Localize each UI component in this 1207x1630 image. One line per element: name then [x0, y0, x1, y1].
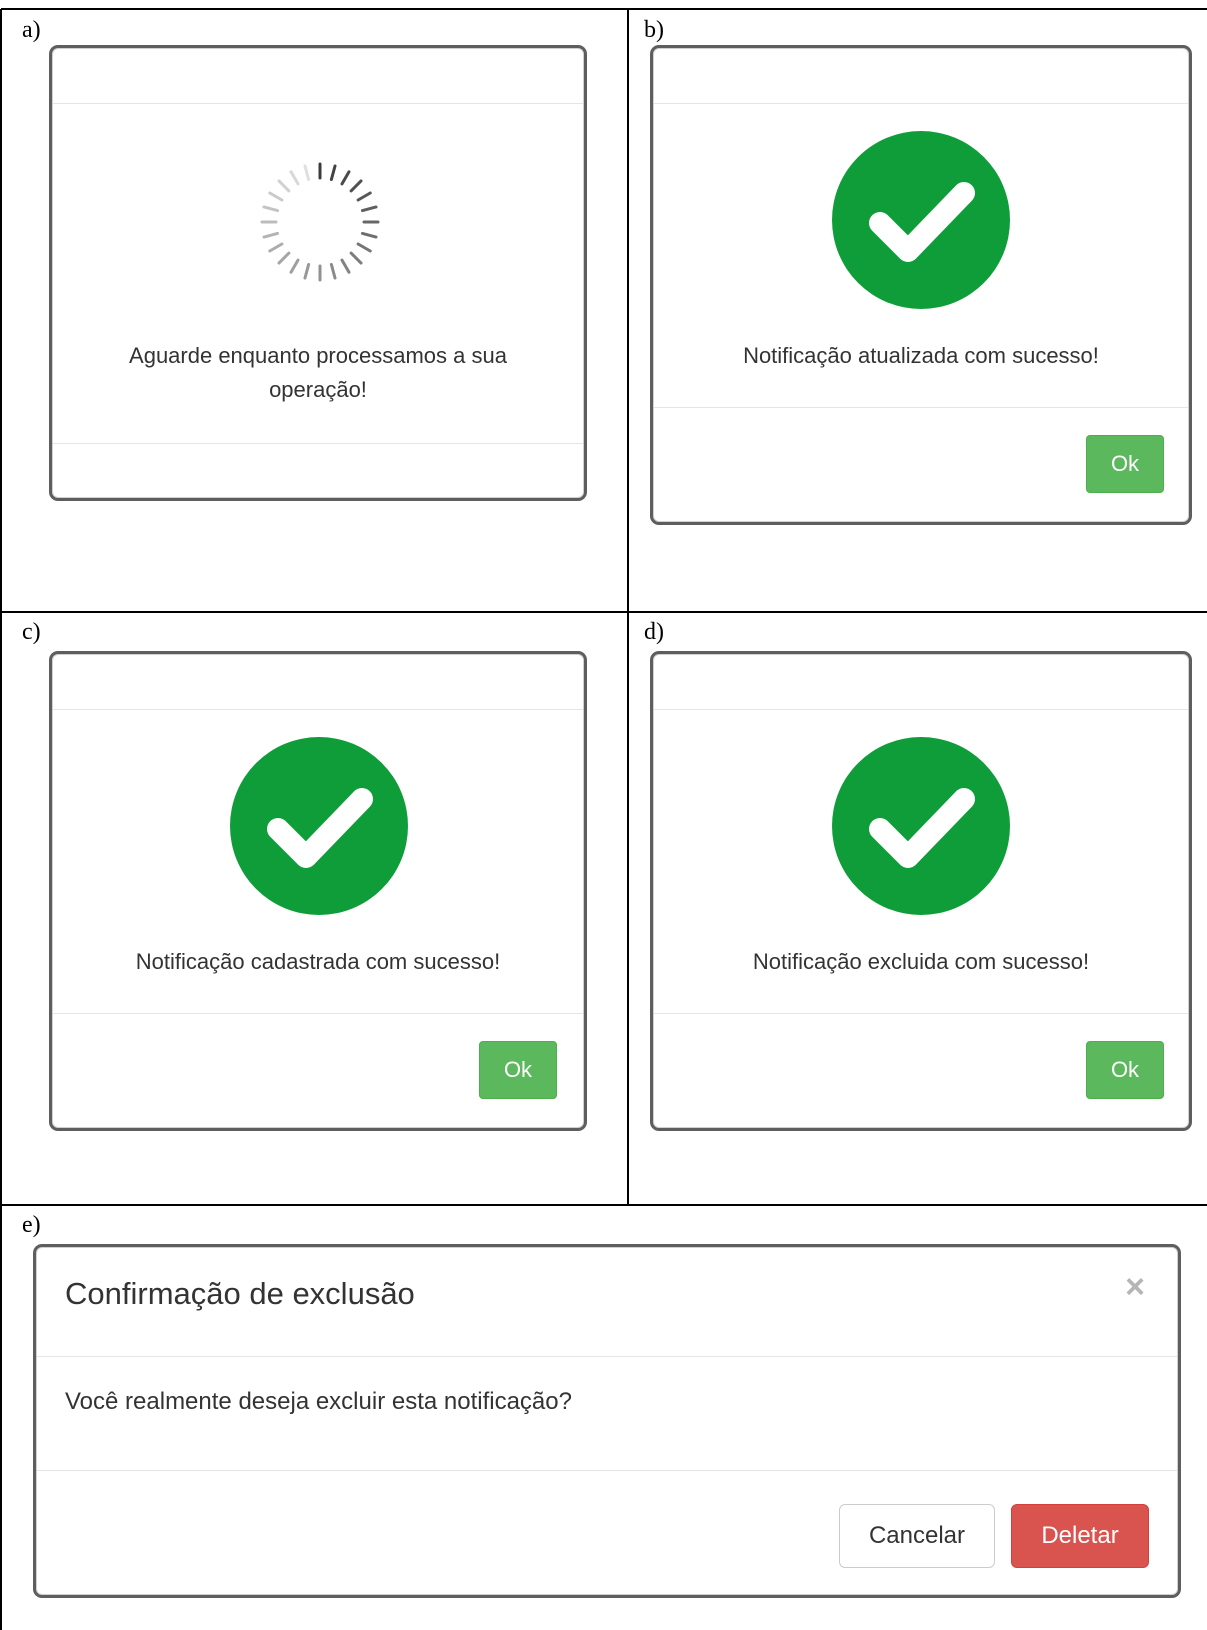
ok-button[interactable]: Ok — [1086, 435, 1164, 493]
success-message: Notificação cadastrada com sucesso! — [135, 949, 501, 974]
spinner-tick — [289, 170, 300, 186]
success-dialog-created: Notificação cadastrada com sucesso! Ok — [52, 654, 584, 1128]
divider — [53, 709, 583, 710]
divider — [53, 1013, 583, 1014]
spinner-tick — [262, 231, 279, 239]
loading-message: Aguarde enquanto processamos a sua opera… — [129, 343, 507, 402]
spinner-tick — [262, 205, 279, 213]
check-circle-icon — [832, 131, 1010, 309]
spinner-tick — [303, 263, 311, 280]
success-dialog-updated: Notificação atualizada com sucesso! Ok — [653, 48, 1189, 522]
spinner-tick — [329, 263, 337, 280]
panel-c: c) Notificação cadastrada com sucesso! O… — [0, 612, 628, 1205]
divider — [37, 1470, 1177, 1471]
spinner-tick — [289, 258, 300, 274]
spinner-tick — [277, 251, 291, 265]
check-circle-icon — [832, 737, 1010, 915]
spinner-tick — [349, 251, 363, 265]
spinner-tick — [356, 191, 372, 202]
spinner-tick — [340, 258, 351, 274]
divider — [37, 1356, 1177, 1357]
ok-button[interactable]: Ok — [1086, 1041, 1164, 1099]
loading-dialog: Aguarde enquanto processamos a sua opera… — [52, 48, 584, 498]
panel-label: c) — [22, 619, 41, 645]
spinner-tick — [268, 191, 284, 202]
spinner-tick — [349, 179, 363, 193]
divider — [654, 407, 1188, 408]
panel-a: a) Aguarde enquanto processamos a sua op… — [0, 10, 628, 612]
panel-label: a) — [22, 17, 41, 43]
cancel-button[interactable]: Cancelar — [839, 1504, 995, 1568]
spinner-tick — [303, 164, 311, 181]
spinner-icon — [260, 162, 380, 282]
panel-d: d) Notificação excluida com sucesso! Ok — [628, 612, 1207, 1205]
divider — [654, 103, 1188, 104]
panel-label: e) — [22, 1212, 41, 1238]
divider — [654, 1013, 1188, 1014]
dialog-body-text: Você realmente deseja excluir esta notif… — [65, 1388, 572, 1415]
spinner-tick — [268, 242, 284, 253]
success-dialog-deleted: Notificação excluida com sucesso! Ok — [653, 654, 1189, 1128]
spinner-tick — [277, 179, 291, 193]
panel-label: b) — [644, 17, 664, 43]
spinner-tick — [356, 242, 372, 253]
dialog-title: Confirmação de exclusão — [65, 1276, 415, 1311]
success-message: Notificação atualizada com sucesso! — [743, 343, 1099, 368]
divider — [654, 709, 1188, 710]
panel-e: e) Confirmação de exclusão × Você realme… — [0, 1205, 1207, 1630]
panel-label: d) — [644, 619, 664, 645]
delete-confirmation-dialog: Confirmação de exclusão × Você realmente… — [36, 1247, 1178, 1595]
close-icon[interactable]: × — [1125, 1268, 1145, 1307]
spinner-tick — [361, 231, 378, 239]
spinner-tick — [340, 170, 351, 186]
delete-button[interactable]: Deletar — [1011, 1504, 1149, 1568]
divider — [53, 103, 583, 104]
divider — [53, 443, 583, 444]
ok-button[interactable]: Ok — [479, 1041, 557, 1099]
panel-b: b) Notificação atualizada com sucesso! O… — [628, 10, 1207, 612]
success-message: Notificação excluida com sucesso! — [752, 949, 1090, 974]
spinner-tick — [329, 164, 337, 181]
check-circle-icon — [230, 737, 408, 915]
spinner-tick — [361, 205, 378, 213]
